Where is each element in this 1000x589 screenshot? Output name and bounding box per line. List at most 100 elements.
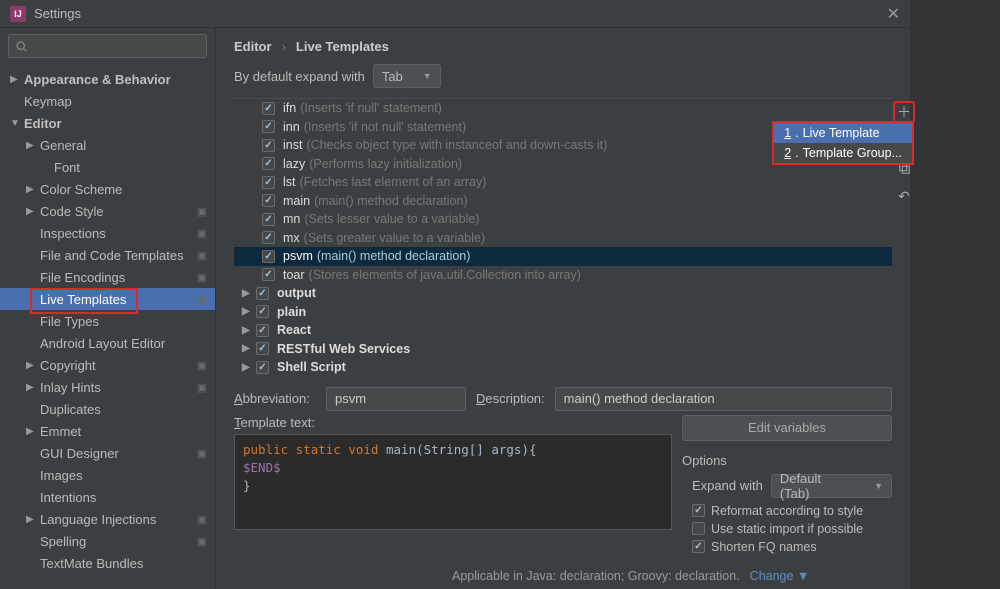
template-item-lst[interactable]: lst (Fetches last element of an array)	[234, 173, 892, 192]
sidebar-item-label: Font	[54, 160, 215, 175]
template-item-mn[interactable]: mn (Sets lesser value to a variable)	[234, 210, 892, 229]
expand-with-combo[interactable]: Default (Tab) ▼	[771, 474, 892, 498]
template-group-react[interactable]: ▶ React	[234, 321, 892, 340]
applicable-text: Applicable in Java: declaration; Groovy:…	[452, 569, 740, 583]
expand-arrow-icon: ▶	[242, 325, 256, 336]
change-link[interactable]: Change ▼	[750, 569, 810, 583]
group-checkbox[interactable]	[256, 361, 269, 374]
close-icon[interactable]: ✕	[887, 4, 900, 24]
add-button[interactable]: ＋	[893, 101, 915, 123]
sidebar-item-keymap[interactable]: ▶Keymap	[0, 90, 215, 112]
sidebar-item-label: Code Style	[40, 204, 197, 219]
modified-icon: ▣	[197, 513, 207, 526]
modified-icon: ▣	[197, 535, 207, 548]
template-checkbox[interactable]	[262, 102, 275, 115]
expand-arrow-icon: ▶	[26, 206, 36, 217]
sidebar: ▶Appearance & Behavior▶Keymap▼Editor▶Gen…	[0, 28, 216, 589]
template-item-mx[interactable]: mx (Sets greater value to a variable)	[234, 229, 892, 248]
expand-arrow-icon: ▼	[10, 118, 20, 129]
add-popup: 1. Live Template 2. Template Group...	[772, 121, 914, 165]
template-text-editor[interactable]: public static void main(String[] args){ …	[234, 434, 672, 530]
sidebar-item-general[interactable]: ▶General	[0, 134, 215, 156]
sidebar-item-file-types[interactable]: ▶File Types	[0, 310, 215, 332]
breadcrumb-editor[interactable]: Editor	[234, 39, 272, 54]
default-expand-label: By default expand with	[234, 69, 365, 84]
settings-tree[interactable]: ▶Appearance & Behavior▶Keymap▼Editor▶Gen…	[0, 64, 215, 589]
template-item-psvm[interactable]: psvm (main() method declaration)	[234, 247, 892, 266]
sidebar-item-copyright[interactable]: ▶Copyright▣	[0, 354, 215, 376]
expand-arrow-icon: ▶	[26, 184, 36, 195]
breadcrumb-live-templates: Live Templates	[296, 39, 389, 54]
sidebar-item-color-scheme[interactable]: ▶Color Scheme	[0, 178, 215, 200]
template-group-restful-web-services[interactable]: ▶RESTful Web Services	[234, 340, 892, 359]
popup-live-template[interactable]: 1. Live Template	[774, 123, 912, 143]
sidebar-item-duplicates[interactable]: ▶Duplicates	[0, 398, 215, 420]
template-item-main[interactable]: main (main() method declaration)	[234, 192, 892, 211]
static-import-checkbox[interactable]	[692, 522, 705, 535]
template-group-plain[interactable]: ▶plain	[234, 303, 892, 322]
sidebar-item-editor[interactable]: ▼Editor	[0, 112, 215, 134]
shorten-fq-checkbox[interactable]	[692, 540, 705, 553]
edit-variables-button[interactable]: Edit variables	[682, 415, 892, 441]
template-abbr: lazy	[283, 157, 305, 171]
template-checkbox[interactable]	[262, 157, 275, 170]
sidebar-item-gui-designer[interactable]: ▶GUI Designer▣	[0, 442, 215, 464]
popup-template-group[interactable]: 2. Template Group...	[774, 143, 912, 163]
template-abbr: inn	[283, 120, 300, 134]
template-item-toar[interactable]: toar (Stores elements of java.util.Colle…	[234, 266, 892, 285]
group-checkbox[interactable]	[256, 324, 269, 337]
sidebar-item-emmet[interactable]: ▶Emmet	[0, 420, 215, 442]
group-checkbox[interactable]	[256, 287, 269, 300]
abbreviation-input[interactable]	[326, 387, 466, 411]
sidebar-item-label: Android Layout Editor	[40, 336, 215, 351]
template-desc: (main() method declaration)	[317, 249, 471, 263]
template-checkbox[interactable]	[262, 139, 275, 152]
template-desc: (Performs lazy initialization)	[309, 157, 462, 171]
sidebar-item-images[interactable]: ▶Images	[0, 464, 215, 486]
template-checkbox[interactable]	[262, 268, 275, 281]
reformat-checkbox[interactable]	[692, 504, 705, 517]
sidebar-item-inspections[interactable]: ▶Inspections▣	[0, 222, 215, 244]
sidebar-item-inlay-hints[interactable]: ▶Inlay Hints▣	[0, 376, 215, 398]
sidebar-item-android-layout-editor[interactable]: ▶Android Layout Editor	[0, 332, 215, 354]
sidebar-item-live-templates[interactable]: ▶Live Templates▣	[0, 288, 215, 310]
sidebar-item-spelling[interactable]: ▶Spelling▣	[0, 530, 215, 552]
description-input[interactable]	[555, 387, 892, 411]
template-abbr: ifn	[283, 101, 296, 115]
expand-arrow-icon: ▶	[242, 343, 256, 354]
title: Settings	[34, 6, 81, 21]
template-item-ifn[interactable]: ifn (Inserts 'if null' statement)	[234, 99, 892, 118]
group-label: React	[277, 323, 311, 337]
sidebar-item-label: Inlay Hints	[40, 380, 197, 395]
sidebar-item-textmate-bundles[interactable]: ▶TextMate Bundles	[0, 552, 215, 574]
revert-button[interactable]: ↶	[893, 185, 915, 207]
template-group-output[interactable]: ▶output	[234, 284, 892, 303]
sidebar-item-label: Intentions	[40, 490, 215, 505]
template-desc: (Stores elements of java.util.Collection…	[309, 268, 581, 282]
template-checkbox[interactable]	[262, 250, 275, 263]
template-checkbox[interactable]	[262, 213, 275, 226]
template-checkbox[interactable]	[262, 194, 275, 207]
sidebar-item-language-injections[interactable]: ▶Language Injections▣	[0, 508, 215, 530]
search-input[interactable]	[8, 34, 207, 58]
expand-arrow-icon: ▶	[10, 74, 20, 85]
shorten-fq-label: Shorten FQ names	[711, 540, 817, 554]
sidebar-item-file-and-code-templates[interactable]: ▶File and Code Templates▣	[0, 244, 215, 266]
templates-list[interactable]: ifn (Inserts 'if null' statement)inn (In…	[234, 98, 892, 377]
template-abbr: mx	[283, 231, 300, 245]
sidebar-item-label: Inspections	[40, 226, 197, 241]
sidebar-item-appearance-behavior[interactable]: ▶Appearance & Behavior	[0, 68, 215, 90]
template-abbr: psvm	[283, 249, 313, 263]
group-checkbox[interactable]	[256, 305, 269, 318]
sidebar-item-code-style[interactable]: ▶Code Style▣	[0, 200, 215, 222]
default-expand-combo[interactable]: Tab ▼	[373, 64, 441, 88]
titlebar: IJ Settings ✕	[0, 0, 910, 28]
sidebar-item-file-encodings[interactable]: ▶File Encodings▣	[0, 266, 215, 288]
group-checkbox[interactable]	[256, 342, 269, 355]
sidebar-item-intentions[interactable]: ▶Intentions	[0, 486, 215, 508]
sidebar-item-font[interactable]: ▶Font	[0, 156, 215, 178]
template-group-shell-script[interactable]: ▶Shell Script	[234, 358, 892, 377]
template-checkbox[interactable]	[262, 120, 275, 133]
template-checkbox[interactable]	[262, 231, 275, 244]
template-checkbox[interactable]	[262, 176, 275, 189]
